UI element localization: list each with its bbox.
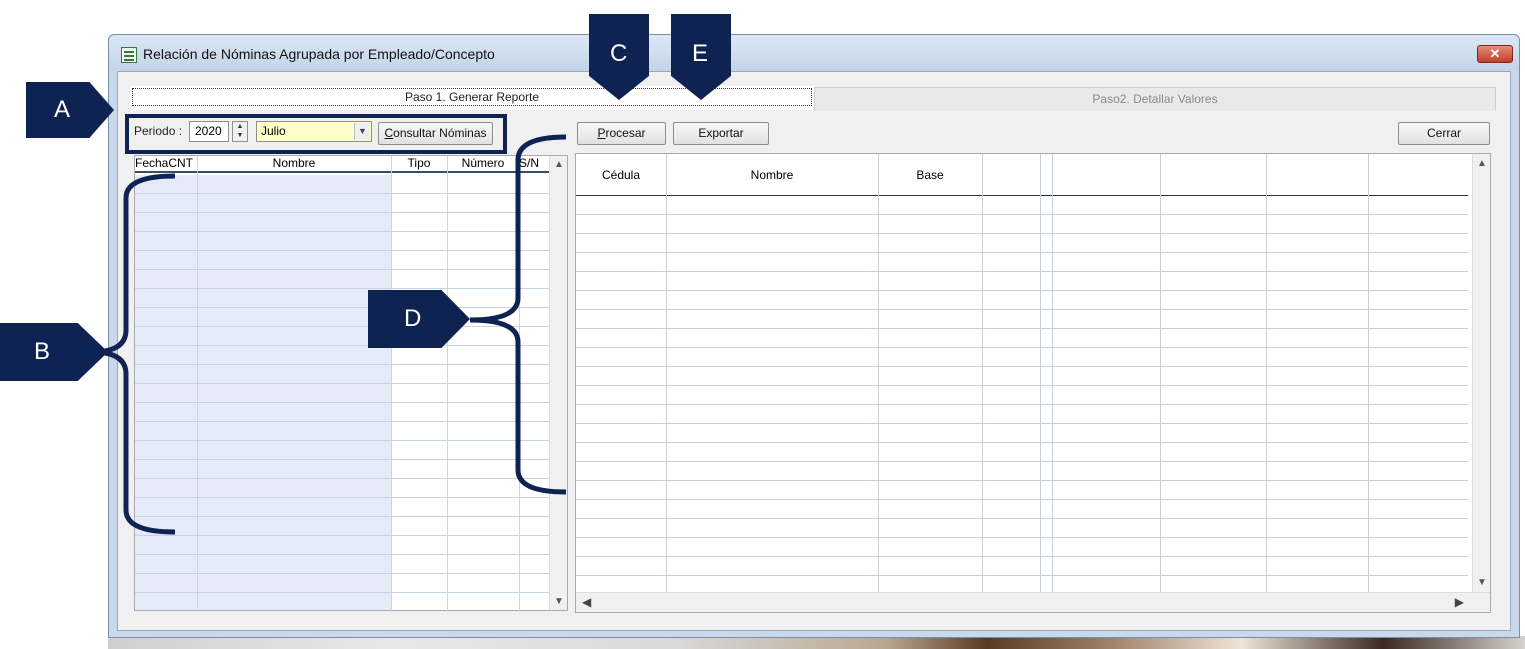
bracket-b xyxy=(91,173,176,535)
screenshot-stage: Relación de Nóminas Agrupada por Emplead… xyxy=(0,0,1525,649)
annotation-brackets xyxy=(91,134,567,535)
bracket-d xyxy=(469,134,567,495)
